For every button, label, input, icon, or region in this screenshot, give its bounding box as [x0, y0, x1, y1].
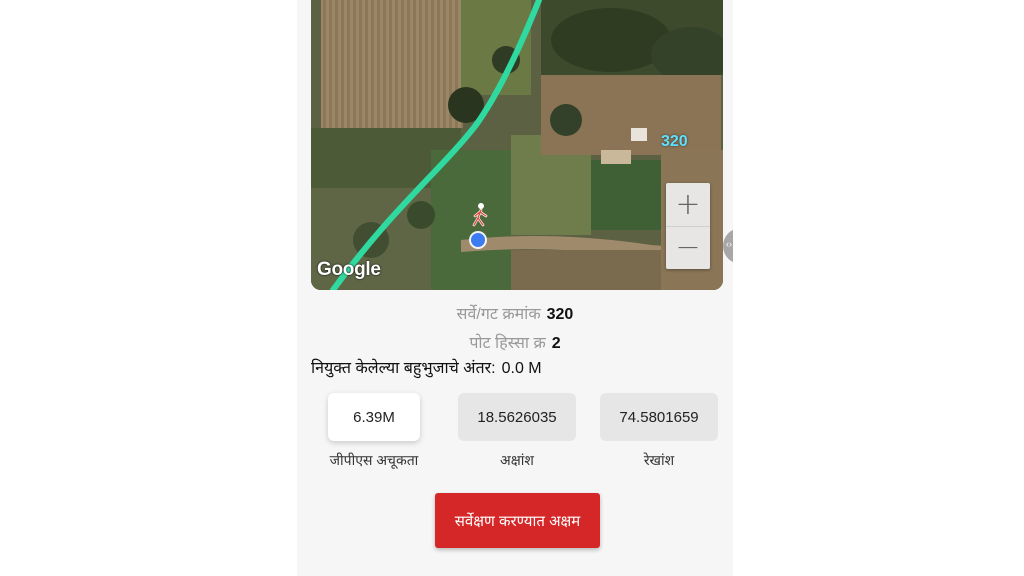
distance-label: नियुक्त केलेल्या बहुभुजाचे अंतर: — [311, 360, 496, 377]
longitude-card: 74.5801659 — [600, 393, 718, 441]
side-drawer-handle[interactable]: ‹› — [723, 228, 733, 264]
distance-value: 0.0 M — [501, 360, 542, 377]
survey-number-value: 320 — [546, 306, 574, 323]
latitude-card: 18.5626035 — [458, 393, 576, 441]
polygon-distance-row: नियुक्त केलेल्या बहुभुजाचे अंतर: 0.0 M — [311, 356, 542, 378]
zoom-out-button[interactable]: − — [666, 226, 710, 269]
satellite-map[interactable]: Google 320 + − — [311, 0, 723, 290]
survey-number-label: सर्वे/गट क्रमांक — [456, 306, 541, 323]
gps-accuracy-card: 6.39M — [328, 393, 420, 441]
gps-accuracy-label: जीपीएस अचूकता — [329, 452, 419, 468]
plot-number-label[interactable]: 320 — [661, 133, 688, 151]
survey-number-row: सर्वे/गट क्रमांक 320 — [297, 302, 733, 324]
location-dot-icon — [471, 233, 485, 247]
google-logo: Google — [317, 259, 381, 280]
handle-arrows-icon: ‹› — [726, 239, 732, 249]
sub-division-label: पोट हिस्सा क्र — [469, 335, 546, 352]
zoom-controls: + − — [666, 183, 710, 269]
unable-to-survey-button[interactable]: सर्वेक्षण करण्यात अक्षम — [435, 493, 600, 548]
app-screen: Google 320 + − ‹› सर्वे/गट क्रमांक 320 पो… — [297, 0, 733, 576]
sub-division-row: पोट हिस्सा क्र 2 — [297, 331, 733, 353]
latitude-label: अक्षांश — [500, 452, 534, 468]
zoom-in-button[interactable]: + — [666, 183, 710, 227]
sub-division-value: 2 — [551, 335, 561, 352]
longitude-label: रेखांश — [643, 452, 675, 468]
